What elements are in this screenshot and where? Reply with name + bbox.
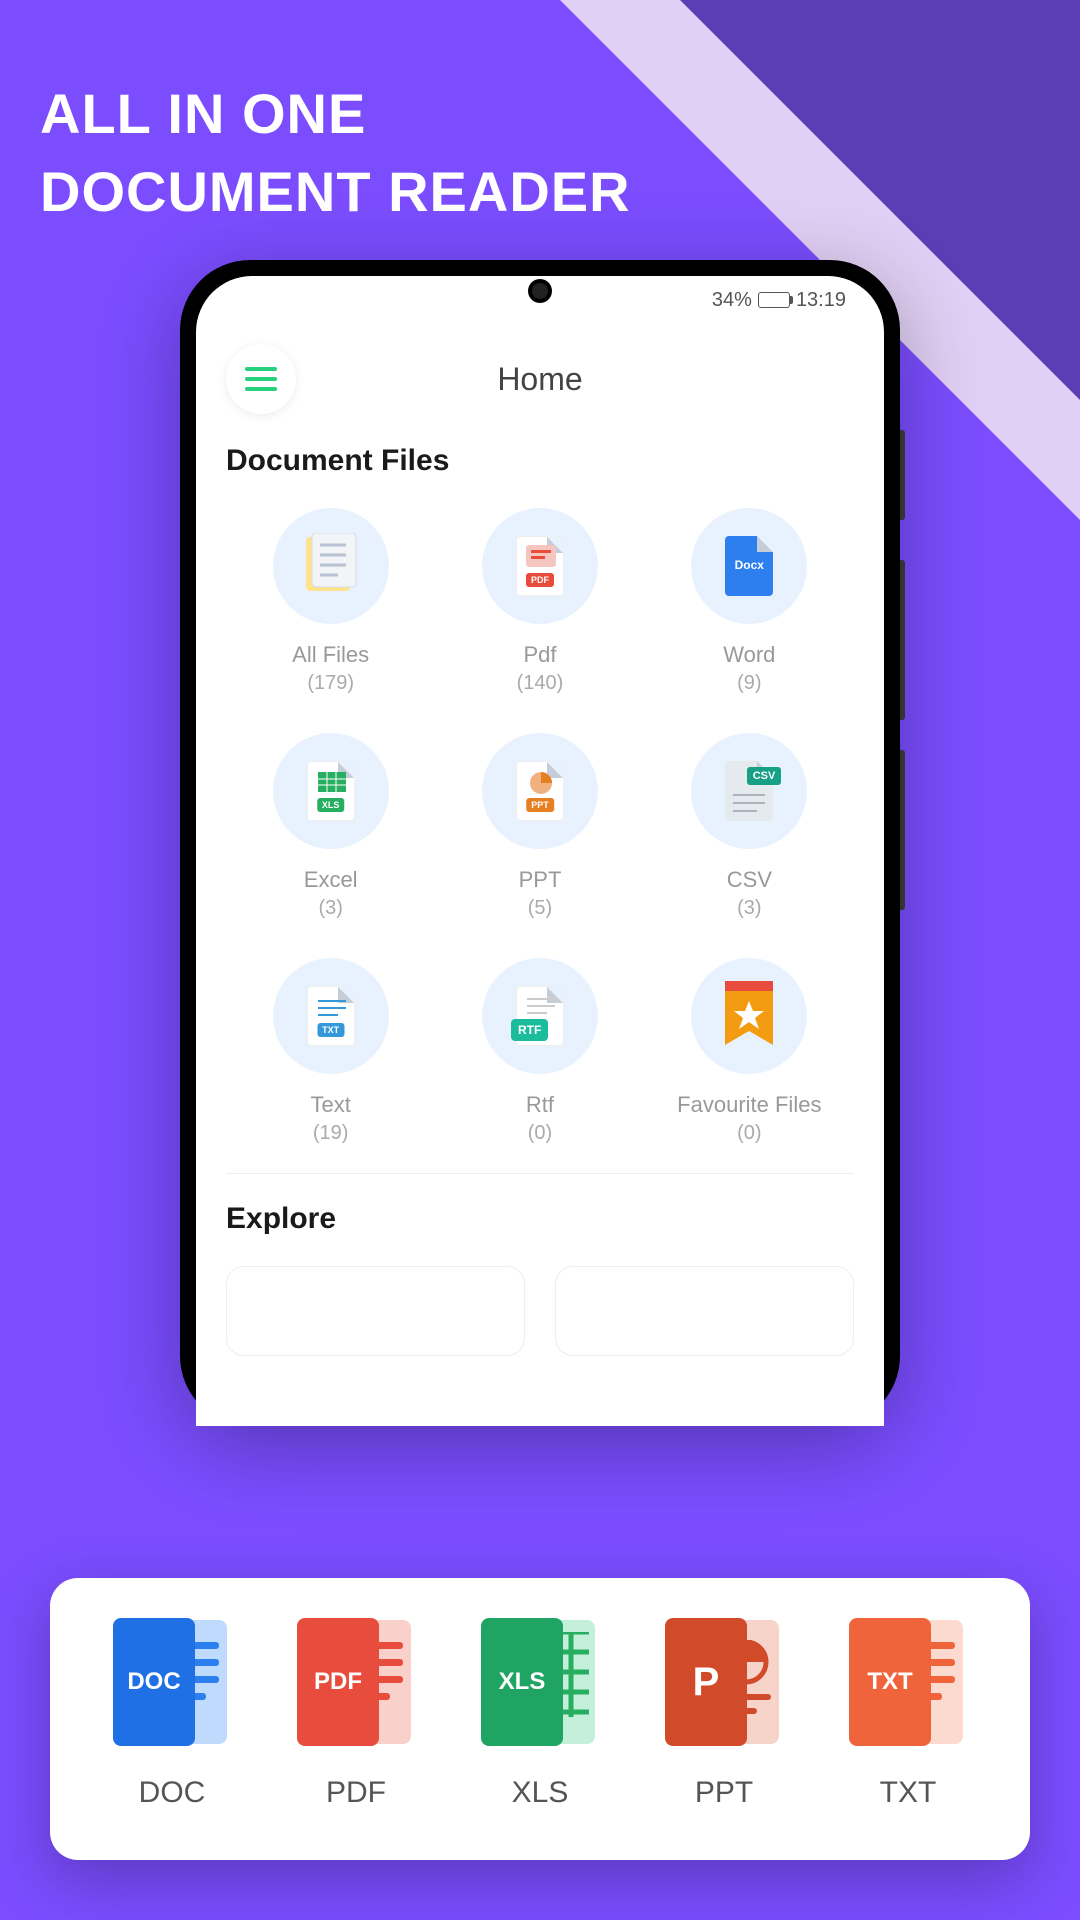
doc-type-excel[interactable]: XLS Excel (3) <box>226 723 435 938</box>
rtf-icon: RTF <box>482 958 598 1074</box>
doc-type-count: (19) <box>313 1122 349 1145</box>
phone-side-button <box>900 750 905 910</box>
format-label: XLS <box>512 1776 569 1810</box>
doc-type-csv[interactable]: CSV CSV (3) <box>645 723 854 938</box>
text-icon: TXT <box>273 958 389 1074</box>
pdf-icon: PDF <box>291 1618 421 1748</box>
doc-type-favourite[interactable]: Favourite Files (0) <box>645 948 854 1163</box>
doc-type-count: (0) <box>528 1122 552 1145</box>
doc-type-label: Text <box>310 1092 350 1118</box>
phone-side-button <box>900 430 905 520</box>
status-time: 13:19 <box>796 289 846 312</box>
section-explore: Explore <box>196 1202 884 1256</box>
ppt-icon: PPT <box>482 733 598 849</box>
favourite-icon <box>691 958 807 1074</box>
phone-frame: 34% 13:19 Home Document Files <box>180 260 900 1426</box>
doc-type-rtf[interactable]: RTF Rtf (0) <box>435 948 644 1163</box>
pdf-icon: PDF <box>482 508 598 624</box>
all-files-icon <box>273 508 389 624</box>
menu-icon <box>245 387 277 391</box>
document-types-grid: All Files (179) PDF Pdf (140) <box>196 498 884 1163</box>
doc-type-pdf[interactable]: PDF Pdf (140) <box>435 498 644 713</box>
divider <box>226 1173 854 1174</box>
doc-type-ppt[interactable]: PPT PPT (5) <box>435 723 644 938</box>
doc-type-count: (3) <box>737 897 761 920</box>
explore-card[interactable] <box>226 1266 525 1356</box>
format-ppt[interactable]: P PPT <box>659 1618 789 1810</box>
promo-title-line1: ALL IN ONE <box>40 75 631 153</box>
txt-icon: TXT <box>843 1618 973 1748</box>
doc-type-count: (9) <box>737 672 761 695</box>
menu-icon <box>245 377 277 381</box>
doc-icon: DOC <box>107 1618 237 1748</box>
explore-card[interactable] <box>555 1266 854 1356</box>
format-pdf[interactable]: PDF PDF <box>291 1618 421 1810</box>
doc-type-word[interactable]: Docx Word (9) <box>645 498 854 713</box>
app-header: Home <box>196 324 884 444</box>
battery-percent: 34% <box>712 289 752 312</box>
format-doc[interactable]: DOC DOC <box>107 1618 237 1810</box>
promo-title-line2: DOCUMENT READER <box>40 153 631 231</box>
phone-camera <box>528 279 552 303</box>
format-label: PDF <box>326 1776 386 1810</box>
xls-icon: XLS <box>475 1618 605 1748</box>
format-label: DOC <box>139 1776 206 1810</box>
doc-type-label: Pdf <box>523 642 556 668</box>
doc-type-label: All Files <box>292 642 369 668</box>
doc-type-count: (5) <box>528 897 552 920</box>
doc-type-count: (0) <box>737 1122 761 1145</box>
formats-panel: DOC DOC PDF PDF XLS XLS <box>50 1578 1030 1860</box>
doc-type-all-files[interactable]: All Files (179) <box>226 498 435 713</box>
promo-title: ALL IN ONE DOCUMENT READER <box>40 75 631 232</box>
menu-button[interactable] <box>226 344 296 414</box>
doc-type-label: PPT <box>519 867 562 893</box>
doc-type-count: (179) <box>307 672 354 695</box>
doc-type-label: CSV <box>727 867 772 893</box>
format-label: PPT <box>695 1776 753 1810</box>
doc-type-count: (3) <box>318 897 342 920</box>
word-icon: Docx <box>691 508 807 624</box>
doc-type-label: Favourite Files <box>677 1092 821 1118</box>
phone-screen: 34% 13:19 Home Document Files <box>196 276 884 1426</box>
format-xls[interactable]: XLS XLS <box>475 1618 605 1810</box>
page-title: Home <box>497 361 582 398</box>
battery-icon <box>758 292 790 308</box>
doc-type-text[interactable]: TXT Text (19) <box>226 948 435 1163</box>
explore-cards <box>196 1256 884 1366</box>
doc-type-label: Word <box>723 642 775 668</box>
doc-type-label: Excel <box>304 867 358 893</box>
format-txt[interactable]: TXT TXT <box>843 1618 973 1810</box>
section-document-files: Document Files <box>196 444 884 498</box>
menu-icon <box>245 367 277 371</box>
excel-icon: XLS <box>273 733 389 849</box>
doc-type-count: (140) <box>517 672 564 695</box>
phone-side-button <box>900 560 905 720</box>
ppt-icon: P <box>659 1618 789 1748</box>
format-label: TXT <box>880 1776 937 1810</box>
doc-type-label: Rtf <box>526 1092 554 1118</box>
csv-icon: CSV <box>691 733 807 849</box>
